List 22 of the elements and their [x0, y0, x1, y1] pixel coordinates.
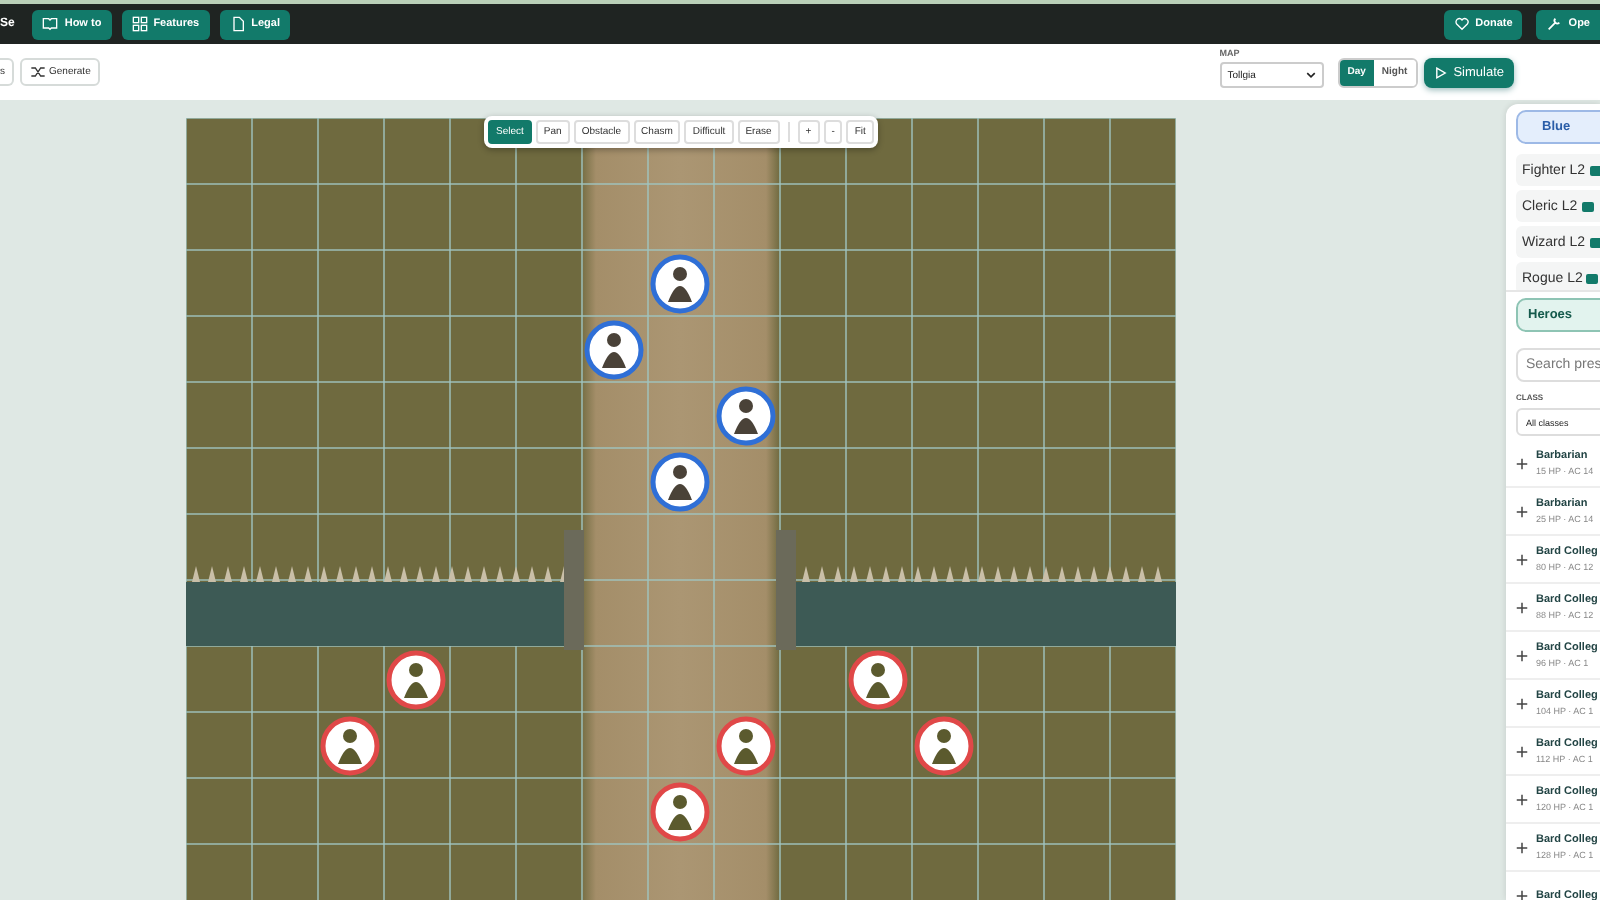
play-icon [1433, 65, 1448, 79]
wrench-icon [1546, 16, 1563, 32]
level-badge [1589, 237, 1600, 247]
plus-icon[interactable] [1516, 649, 1528, 661]
plus-icon[interactable] [1516, 697, 1528, 709]
plus-icon[interactable] [1516, 793, 1528, 805]
plus-icon[interactable] [1516, 457, 1528, 469]
book-icon [42, 16, 59, 32]
level-badge [1589, 165, 1600, 175]
document-icon [229, 16, 246, 32]
heart-icon [1453, 16, 1470, 32]
chevron-icon [1305, 70, 1316, 80]
level-badge [1581, 201, 1594, 211]
level-badge [1586, 273, 1599, 283]
shuffle-icon [29, 64, 45, 80]
plus-icon[interactable] [1516, 745, 1528, 757]
plus-icon[interactable] [1516, 553, 1528, 565]
grid-icon [131, 16, 148, 32]
plus-icon[interactable] [1516, 841, 1528, 853]
plus-icon[interactable] [1516, 601, 1528, 613]
plus-icon[interactable] [1516, 889, 1528, 900]
plus-icon[interactable] [1516, 505, 1528, 517]
